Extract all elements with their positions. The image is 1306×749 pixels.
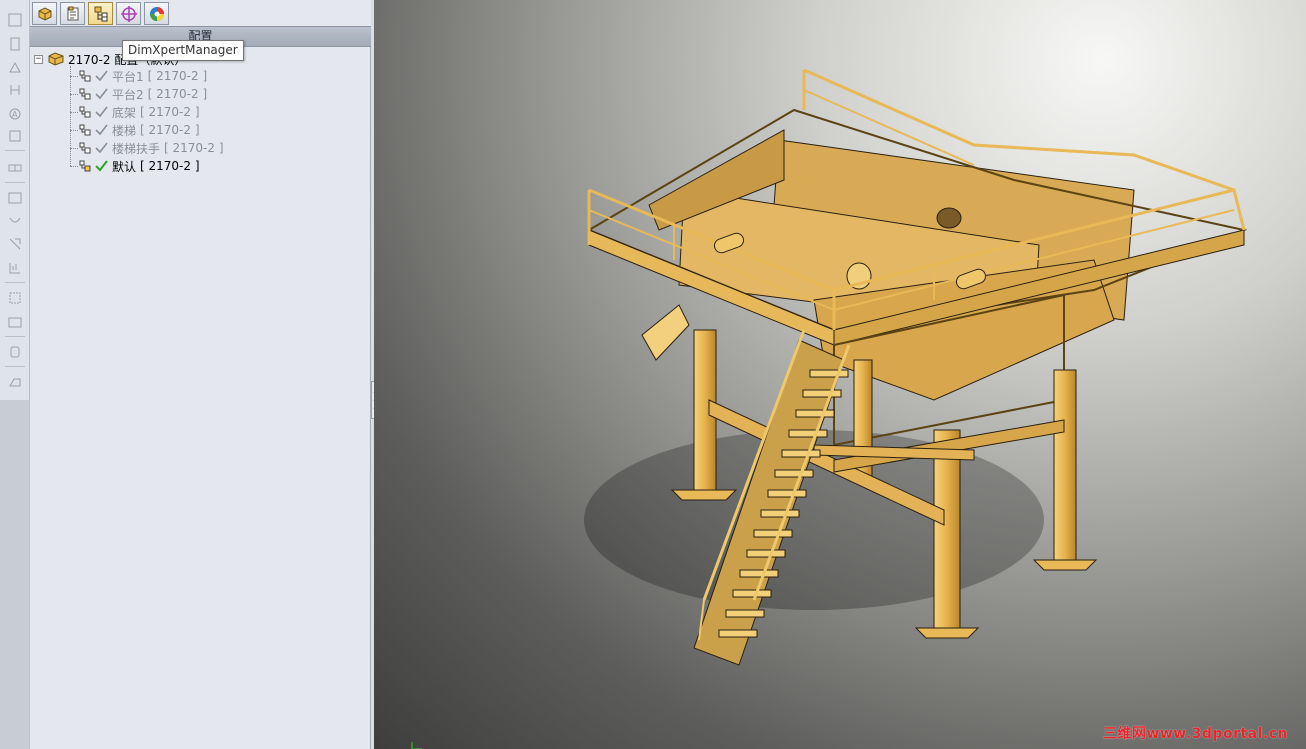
configuration-icon xyxy=(79,124,91,136)
tree-item-active[interactable]: 默认 [ 2170-2 ] xyxy=(70,157,200,175)
configuration-manager-panel: 配置 − 2170-2 配置（默认） 平台1 [ 2170-2 ] 平台2 [ xyxy=(30,0,371,749)
part-icon xyxy=(48,52,64,66)
display-manager-icon xyxy=(149,6,164,21)
mold-icon[interactable] xyxy=(3,258,27,278)
svg-text:A: A xyxy=(12,110,18,119)
evaluate-icon[interactable] xyxy=(3,312,27,332)
check-icon xyxy=(95,124,108,136)
configuration-icon xyxy=(79,70,91,82)
tree-item-label: 默认 xyxy=(112,159,137,174)
dimxpert-icon xyxy=(120,5,137,22)
tree-item-label: 楼梯 xyxy=(112,123,137,138)
tree-item-label: 平台1 xyxy=(112,69,144,84)
configuration-manager-tab[interactable] xyxy=(88,2,113,25)
configuration-icon xyxy=(79,160,91,172)
sheet-metal-icon[interactable] xyxy=(3,234,27,254)
configuration-icon xyxy=(79,106,91,118)
tree-item-config: [ 2170-2 ] xyxy=(140,159,200,173)
tree-item-config: [ 2170-2 ] xyxy=(147,69,208,83)
property-manager-tab[interactable] xyxy=(60,2,85,25)
platform-model[interactable] xyxy=(374,0,1306,749)
revolve-icon[interactable] xyxy=(3,58,27,78)
check-icon xyxy=(95,88,108,100)
check-icon xyxy=(95,106,108,118)
tree-item[interactable]: 平台1 [ 2170-2 ] xyxy=(70,67,207,85)
assembly-icon[interactable] xyxy=(3,158,27,178)
tree-item-label: 平台2 xyxy=(112,87,144,102)
tree-item[interactable]: 楼梯 [ 2170-2 ] xyxy=(70,121,200,139)
tree-item[interactable]: 楼梯扶手 [ 2170-2 ] xyxy=(70,139,224,157)
check-icon xyxy=(95,142,108,154)
feature-manager-icon xyxy=(38,6,51,21)
tree-item-config: [ 2170-2 ] xyxy=(140,123,200,137)
office-icon[interactable] xyxy=(3,372,27,392)
graphics-viewport[interactable]: 三维网www.3dportal.cn xyxy=(374,0,1306,749)
watermark: 三维网www.3dportal.cn xyxy=(1102,726,1288,742)
active-check-icon xyxy=(95,160,108,172)
drawing-icon[interactable] xyxy=(3,288,27,308)
weldment-icon[interactable] xyxy=(3,188,27,208)
tree-item-config: [ 2170-2 ] xyxy=(147,87,208,101)
tree-item[interactable]: 平台2 [ 2170-2 ] xyxy=(70,85,207,103)
manager-tab-bar xyxy=(30,0,371,26)
display-manager-tab[interactable] xyxy=(144,2,169,25)
tree-item[interactable]: 底架 [ 2170-2 ] xyxy=(70,103,200,121)
configuration-icon xyxy=(79,142,91,154)
triad-icon xyxy=(411,742,422,749)
feature-manager-tab[interactable] xyxy=(32,2,57,25)
extrude-icon[interactable] xyxy=(3,34,27,54)
check-icon xyxy=(95,70,108,82)
tree-item-label: 底架 xyxy=(112,105,137,120)
tree-item-config: [ 2170-2 ] xyxy=(140,105,200,119)
tree-item-label: 楼梯扶手 xyxy=(112,141,161,156)
configuration-icon xyxy=(79,88,91,100)
tooltip: DimXpertManager xyxy=(122,40,244,61)
dimxpert-manager-tab[interactable] xyxy=(116,2,141,25)
left-toolbar-empty-area xyxy=(0,400,30,749)
mirror-icon[interactable] xyxy=(3,80,27,100)
surface-icon[interactable] xyxy=(3,212,27,232)
sheet-icon[interactable] xyxy=(3,126,27,146)
configuration-manager-icon xyxy=(94,6,107,21)
sketch-icon[interactable] xyxy=(3,10,27,30)
simulation-icon[interactable] xyxy=(3,342,27,362)
collapse-icon[interactable]: − xyxy=(34,54,43,64)
annotation-icon[interactable]: A xyxy=(3,104,27,124)
property-manager-icon xyxy=(67,6,78,20)
tree-item-config: [ 2170-2 ] xyxy=(164,141,224,155)
solidworks-window: A 配置 − 2170-2 平台1 [2170-2] 平台2 [2170-… xyxy=(0,0,1306,749)
